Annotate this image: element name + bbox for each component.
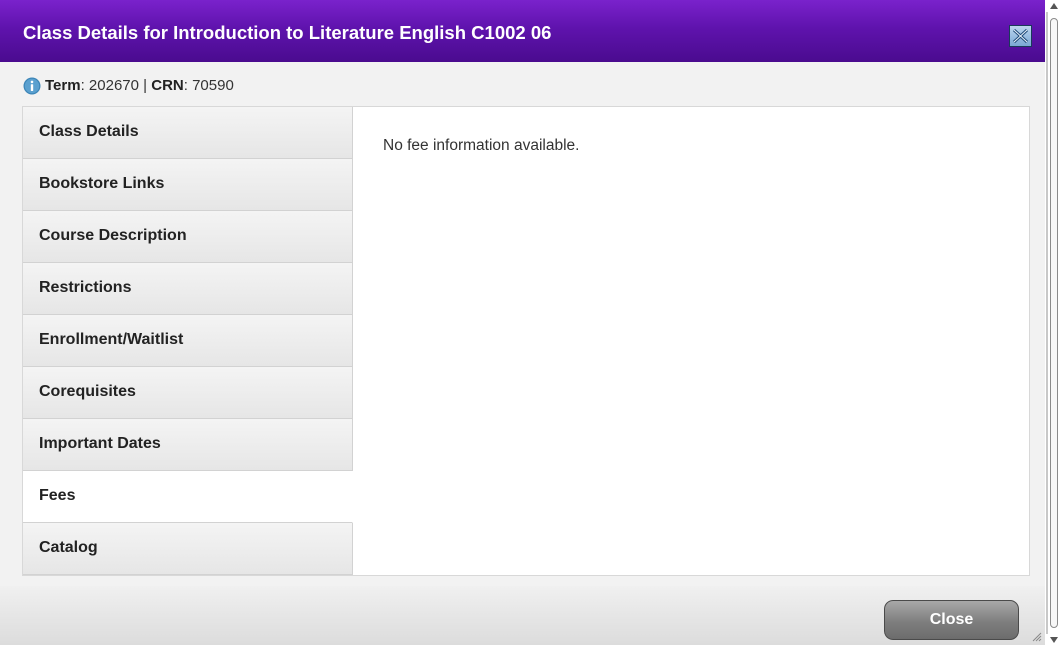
tab-catalog[interactable]: Catalog: [23, 523, 353, 575]
tab-label: Important Dates: [39, 435, 161, 452]
separator: |: [143, 77, 148, 94]
tab-corequisites[interactable]: Corequisites: [23, 367, 353, 419]
term-value: 202670: [88, 77, 139, 94]
tab-bookstore-links[interactable]: Bookstore Links: [23, 159, 353, 211]
tab-course-description[interactable]: Course Description: [23, 211, 353, 263]
crn-value: 70590: [192, 77, 234, 94]
tab-label: Bookstore Links: [39, 175, 165, 192]
tab-label: Corequisites: [39, 383, 136, 400]
dialog-title-bar[interactable]: Class Details for Introduction to Litera…: [0, 0, 1045, 62]
tab-label: Fees: [39, 487, 76, 504]
tab-content-area: No fee information available.: [353, 107, 1029, 575]
tab-important-dates[interactable]: Important Dates: [23, 419, 353, 471]
details-tab-list: Class Details Bookstore Links Course Des…: [23, 107, 353, 575]
class-details-dialog: Class Details for Introduction to Litera…: [0, 0, 1045, 645]
scroll-up-arrow-icon[interactable]: [1049, 2, 1059, 10]
scroll-down-arrow-icon[interactable]: [1049, 636, 1059, 644]
term-label: Term: [45, 77, 81, 94]
tab-label: Class Details: [39, 123, 139, 140]
tab-fees[interactable]: Fees: [23, 471, 353, 523]
crn-label: CRN: [151, 77, 184, 94]
close-button[interactable]: Close: [884, 600, 1019, 640]
fees-message: No fee information available.: [383, 137, 580, 154]
close-x-icon[interactable]: [1009, 25, 1032, 47]
tab-label: Course Description: [39, 227, 187, 244]
scrollbar-track: [1046, 12, 1048, 634]
page-scrollbar[interactable]: [1045, 0, 1059, 645]
tab-label: Restrictions: [39, 279, 132, 296]
tab-enrollment-waitlist[interactable]: Enrollment/Waitlist: [23, 315, 353, 367]
tab-class-details[interactable]: Class Details: [23, 107, 353, 159]
resize-grip-icon[interactable]: [1030, 630, 1042, 642]
tab-restrictions[interactable]: Restrictions: [23, 263, 353, 315]
tab-label: Catalog: [39, 539, 98, 556]
dialog-title: Class Details for Introduction to Litera…: [23, 22, 552, 43]
info-icon: [23, 77, 41, 95]
tab-label: Enrollment/Waitlist: [39, 331, 184, 348]
dialog-footer: Close: [0, 586, 1045, 645]
details-panel: Class Details Bookstore Links Course Des…: [22, 106, 1030, 576]
scrollbar-thumb[interactable]: [1050, 18, 1058, 628]
